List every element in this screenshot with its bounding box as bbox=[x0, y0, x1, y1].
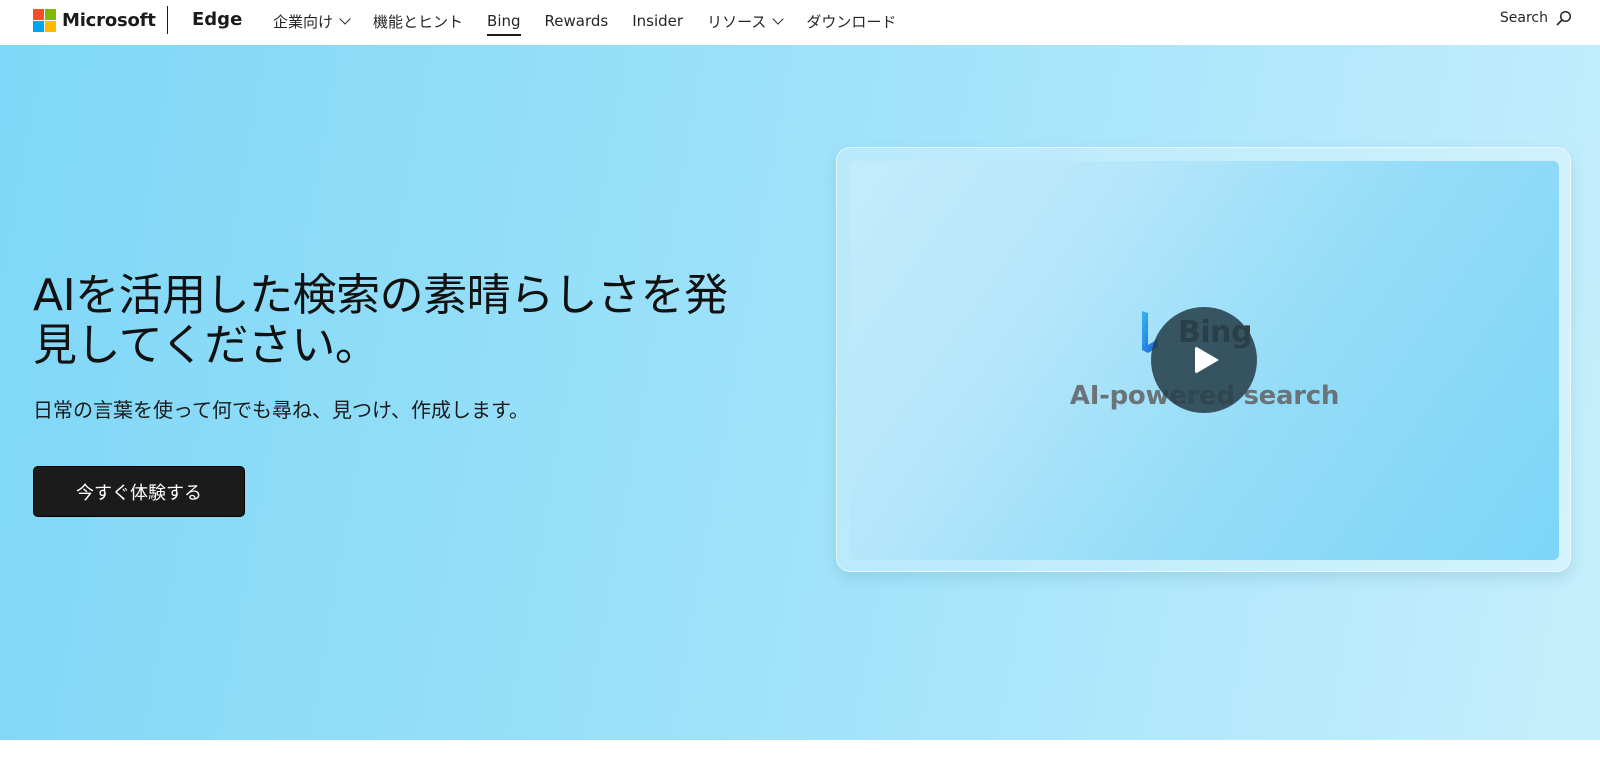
chevron-down-icon bbox=[772, 13, 784, 25]
nav-item-enterprise[interactable]: 企業向け bbox=[261, 0, 361, 42]
hero-subtitle: 日常の言葉を使って何でも尋ね、見つけ、作成します。 bbox=[33, 398, 529, 422]
search-button[interactable]: Search bbox=[1500, 10, 1572, 26]
product-name-link[interactable]: Edge bbox=[192, 9, 242, 30]
nav-item-insider[interactable]: Insider bbox=[620, 0, 695, 42]
hero-title: AIを活用した検索の素晴らしさを発見してください。 bbox=[33, 270, 728, 371]
hero-section: AIを活用した検索の素晴らしさを発見してください。 日常の言葉を使って何でも尋ね… bbox=[0, 45, 1600, 740]
play-button[interactable] bbox=[1151, 307, 1257, 413]
nav-item-features-tips[interactable]: 機能とヒント bbox=[361, 0, 475, 42]
search-label: Search bbox=[1499, 10, 1548, 26]
video-player[interactable]: Bing AI-powered search bbox=[850, 161, 1559, 560]
nav-item-bing[interactable]: Bing bbox=[475, 0, 533, 42]
site-header: Microsoft Edge 企業向け 機能とヒント Bing Rewards … bbox=[0, 0, 1600, 45]
header-divider bbox=[167, 6, 168, 34]
nav-item-label: 企業向け bbox=[273, 12, 334, 31]
nav-item-label: Insider bbox=[632, 12, 684, 30]
microsoft-logo-link[interactable]: Microsoft bbox=[33, 8, 156, 32]
nav-item-resources[interactable]: リソース bbox=[695, 0, 794, 42]
chevron-down-icon bbox=[339, 13, 351, 25]
microsoft-wordmark: Microsoft bbox=[62, 9, 156, 31]
play-icon bbox=[1195, 346, 1219, 374]
nav-item-rewards[interactable]: Rewards bbox=[533, 0, 621, 42]
nav-item-label: 機能とヒント bbox=[373, 12, 464, 31]
try-now-button[interactable]: 今すぐ体験する bbox=[33, 466, 245, 517]
search-icon bbox=[1556, 10, 1572, 26]
main-nav: 企業向け 機能とヒント Bing Rewards Insider リソース ダウ… bbox=[261, 0, 908, 42]
nav-item-label: ダウンロード bbox=[806, 12, 897, 31]
nav-item-label: Bing bbox=[487, 12, 521, 30]
video-card: Bing AI-powered search bbox=[836, 147, 1571, 572]
nav-item-label: Rewards bbox=[544, 12, 609, 30]
nav-item-download[interactable]: ダウンロード bbox=[794, 0, 908, 42]
microsoft-logo-icon bbox=[33, 8, 56, 32]
nav-item-label: リソース bbox=[707, 12, 767, 31]
